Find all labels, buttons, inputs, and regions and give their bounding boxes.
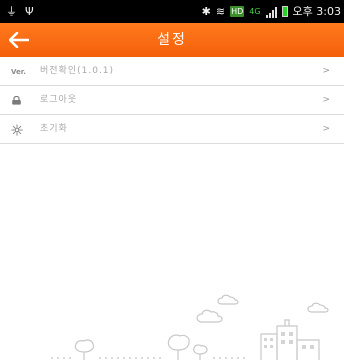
cloud-icon [196, 309, 223, 323]
hd-icon: HD [230, 6, 245, 17]
building-icon [260, 333, 278, 360]
menu-item-logout[interactable]: 로그아웃 > [0, 86, 344, 115]
version-icon: Ver. [11, 67, 26, 76]
battery-icon [281, 6, 288, 17]
status-bar: ⏚ Ψ ✱ ≋ HD 4G 오후 3:03 [0, 0, 344, 23]
menu-item-label: 초기화 [40, 124, 68, 134]
signal-icon [265, 6, 277, 18]
lock-icon [11, 86, 22, 115]
cloud-icon [217, 294, 239, 305]
usb-icon: ⏚ [6, 5, 17, 18]
page-title: 설정 [157, 32, 187, 48]
wifi-icon: ≋ [215, 5, 226, 18]
menu-item-label: 버전확인(1.0.1) [40, 66, 115, 76]
tree-icon [167, 334, 190, 360]
cloud-icon [307, 302, 329, 313]
chevron-right-icon: > [322, 66, 330, 76]
background-illustration [51, 294, 329, 360]
title-bar: 설정 [0, 23, 344, 57]
building-icon [296, 339, 320, 360]
settings-menu: Ver. 버전확인(1.0.1) > 로그아웃 > 초기화 > [0, 57, 344, 144]
menu-item-reset[interactable]: 초기화 > [0, 115, 344, 144]
bluetooth-icon: ✱ [201, 5, 211, 18]
sparkle-icon [11, 115, 23, 144]
chevron-right-icon: > [322, 124, 330, 134]
status-time: 오후 3:03 [292, 5, 341, 18]
building-icon [276, 325, 298, 360]
menu-item-label: 로그아웃 [40, 95, 78, 105]
menu-item-version[interactable]: Ver. 버전확인(1.0.1) > [0, 57, 344, 86]
chevron-right-icon: > [322, 95, 330, 105]
network-type: 4G [249, 7, 261, 16]
download-icon: Ψ [25, 5, 34, 18]
tree-icon [74, 339, 95, 360]
tree-icon [193, 344, 208, 360]
